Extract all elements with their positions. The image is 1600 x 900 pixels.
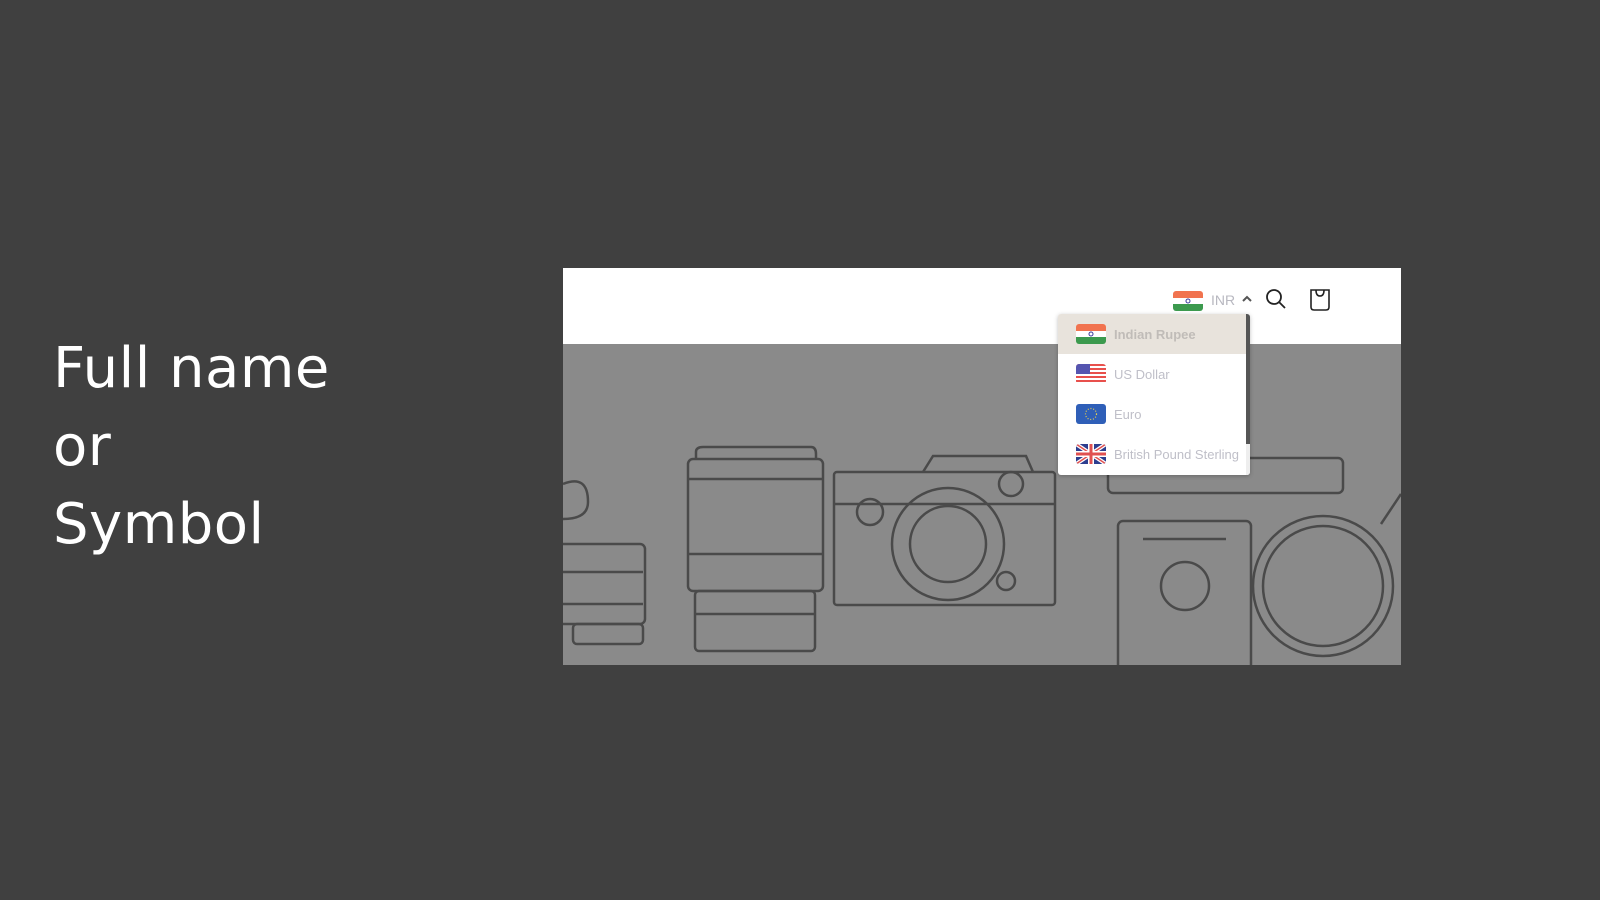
currency-selector[interactable]: INR xyxy=(1211,292,1235,308)
us-flag-icon xyxy=(1076,364,1106,384)
currency-dropdown: Indian Rupee US Dollar Euro British Poun… xyxy=(1058,314,1250,475)
currency-option-gbp[interactable]: British Pound Sterling xyxy=(1058,434,1246,474)
slide-caption: Full name or Symbol xyxy=(53,330,330,564)
caption-line-full-name: Full name xyxy=(53,336,330,401)
eu-flag-icon xyxy=(1076,404,1106,424)
caption-line-symbol: Symbol xyxy=(53,492,265,557)
india-flag-icon[interactable] xyxy=(1173,291,1203,311)
currency-option-label: US Dollar xyxy=(1114,366,1170,382)
uk-flag-icon xyxy=(1076,444,1106,464)
store-preview: INR xyxy=(563,268,1401,665)
currency-option-usd[interactable]: US Dollar xyxy=(1058,354,1246,394)
currency-option-label: Indian Rupee xyxy=(1114,326,1196,342)
passport-illustration xyxy=(1116,519,1253,665)
store-header: INR xyxy=(563,268,1401,344)
scrollbar-thumb[interactable] xyxy=(1246,314,1250,444)
currency-option-label: British Pound Sterling xyxy=(1114,446,1240,462)
camera-illustration xyxy=(832,454,1057,607)
banner-illustration xyxy=(563,445,1401,665)
currency-option-inr[interactable]: Indian Rupee xyxy=(1058,314,1246,354)
search-icon[interactable] xyxy=(1263,286,1289,312)
magnifier-illustration xyxy=(1251,493,1401,658)
currency-option-eur[interactable]: Euro xyxy=(1058,394,1246,434)
india-flag-icon xyxy=(1076,324,1106,344)
dropdown-scrollbar[interactable] xyxy=(1246,314,1250,475)
lens-center-illustration xyxy=(686,445,825,653)
currency-option-label: Euro xyxy=(1114,406,1142,422)
lens-left-illustration xyxy=(563,480,647,646)
chevron-up-icon[interactable] xyxy=(1240,292,1254,306)
caption-line-or: or xyxy=(53,414,112,479)
cart-icon[interactable] xyxy=(1307,285,1333,313)
